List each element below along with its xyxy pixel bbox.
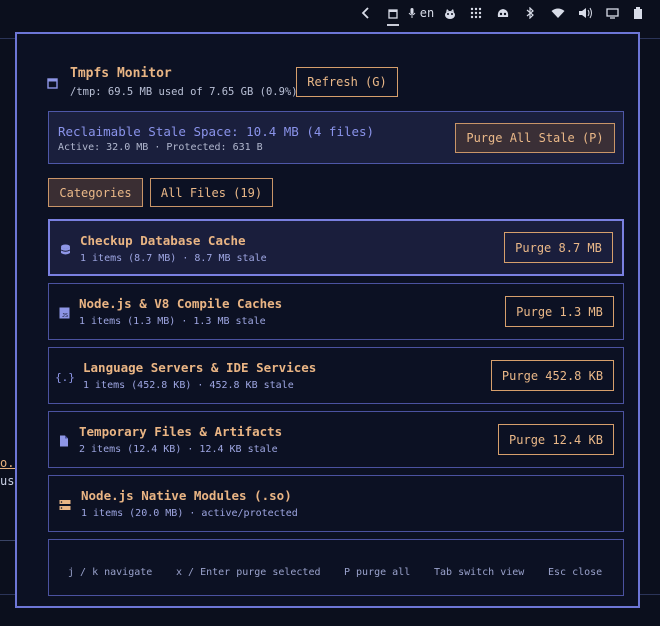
purge-all-stale-button[interactable]: Purge All Stale (P) bbox=[455, 123, 615, 153]
hint-close: Esc close bbox=[548, 567, 603, 578]
category-meta: 2 items (12.4 KB) · 12.4 KB stale bbox=[79, 444, 278, 455]
reclaimable-details: Active: 32.0 MB · Protected: 631 B bbox=[58, 142, 263, 153]
purge-category-button[interactable]: Purge 1.3 MB bbox=[505, 296, 614, 327]
file-icon bbox=[57, 434, 71, 448]
refresh-button[interactable]: Refresh (G) bbox=[296, 67, 398, 97]
microphone-icon[interactable] bbox=[406, 4, 418, 22]
purge-category-button[interactable]: Purge 12.4 KB bbox=[498, 424, 614, 455]
category-name: Checkup Database Cache bbox=[80, 233, 246, 248]
tab-all-files[interactable]: All Files (19) bbox=[150, 178, 273, 207]
category-card[interactable]: Temporary Files & Artifacts 2 items (12.… bbox=[48, 411, 624, 468]
category-card[interactable]: Node.js Native Modules (.so) 1 items (20… bbox=[48, 475, 624, 532]
monitor-icon[interactable] bbox=[604, 4, 620, 22]
category-card[interactable]: {.} Language Servers & IDE Services 1 it… bbox=[48, 347, 624, 404]
alien-icon[interactable] bbox=[495, 4, 511, 22]
calendar-icon bbox=[47, 74, 58, 93]
system-top-bar: en bbox=[0, 0, 660, 28]
pet-icon[interactable] bbox=[442, 4, 458, 22]
tmpfs-monitor-panel: Tmpfs Monitor /tmp: 69.5 MB used of 7.65… bbox=[15, 32, 640, 608]
javascript-file-icon: JS bbox=[57, 306, 71, 320]
reclaimable-banner: Reclaimable Stale Space: 10.4 MB (4 file… bbox=[48, 111, 624, 164]
calendar-icon[interactable] bbox=[386, 4, 400, 22]
grid-apps-icon[interactable] bbox=[468, 4, 484, 22]
bluetooth-icon[interactable] bbox=[524, 4, 536, 22]
database-icon bbox=[58, 243, 72, 257]
purge-category-button[interactable]: Purge 8.7 MB bbox=[504, 232, 613, 263]
category-meta: 1 items (8.7 MB) · 8.7 MB stale bbox=[80, 253, 267, 264]
category-card[interactable]: Checkup Database Cache 1 items (8.7 MB) … bbox=[48, 219, 624, 276]
panel-title: Tmpfs Monitor bbox=[70, 66, 172, 81]
category-meta: 1 items (1.3 MB) · 1.3 MB stale bbox=[79, 316, 266, 327]
category-name: Language Servers & IDE Services bbox=[83, 360, 317, 375]
back-chevron-icon[interactable] bbox=[358, 4, 374, 22]
hint-switch-view: Tab switch view bbox=[434, 567, 525, 578]
volume-icon[interactable] bbox=[576, 4, 594, 22]
category-name: Node.js & V8 Compile Caches bbox=[79, 296, 283, 311]
keyboard-language[interactable]: en bbox=[418, 4, 436, 22]
hint-purge-all: P purge all bbox=[344, 567, 411, 578]
hint-purge-selected: x / Enter purge selected bbox=[176, 567, 321, 578]
purge-category-button[interactable]: Purge 452.8 KB bbox=[491, 360, 614, 391]
svg-text:JS: JS bbox=[62, 313, 68, 319]
category-name: Node.js Native Modules (.so) bbox=[81, 488, 292, 503]
category-name: Temporary Files & Artifacts bbox=[79, 424, 283, 439]
hint-navigate: j / k navigate bbox=[68, 567, 153, 578]
battery-icon[interactable] bbox=[630, 4, 646, 22]
usage-summary: /tmp: 69.5 MB used of 7.65 GB (0.9%) bbox=[70, 86, 298, 98]
server-icon bbox=[58, 498, 72, 512]
category-card[interactable]: JS Node.js & V8 Compile Caches 1 items (… bbox=[48, 283, 624, 340]
wifi-icon[interactable] bbox=[549, 4, 567, 22]
active-indicator bbox=[387, 24, 399, 26]
code-braces-icon: {.} bbox=[55, 370, 75, 384]
reclaimable-title: Reclaimable Stale Space: 10.4 MB (4 file… bbox=[58, 124, 375, 139]
category-meta: 1 items (452.8 KB) · 452.8 KB stale bbox=[83, 380, 294, 391]
category-meta: 1 items (20.0 MB) · active/protected bbox=[81, 508, 298, 519]
tab-categories[interactable]: Categories bbox=[48, 178, 143, 207]
